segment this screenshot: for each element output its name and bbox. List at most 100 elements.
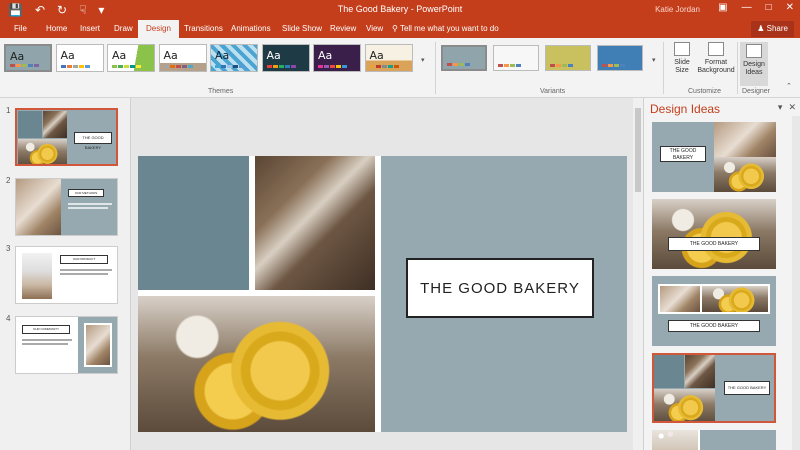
ideas-scrollbar[interactable] xyxy=(792,116,800,450)
thumb-text-line xyxy=(60,273,108,275)
slide-number: 1 xyxy=(6,106,11,115)
minimize-icon[interactable]: — xyxy=(742,2,752,13)
theme-thumbnail-8[interactable]: Aa xyxy=(364,44,413,72)
theme-thumbnail-2[interactable]: Aa xyxy=(55,44,104,72)
theme-thumbnail-1[interactable]: Aa xyxy=(4,44,52,72)
color-swatch xyxy=(562,64,567,67)
thumb-photo xyxy=(22,253,52,299)
color-swatch xyxy=(112,65,117,68)
tab-file[interactable]: File xyxy=(6,20,35,38)
tab-home[interactable]: Home xyxy=(38,20,75,38)
slide-number: 3 xyxy=(6,244,11,253)
design-ideas-button[interactable]: Design Ideas xyxy=(740,42,768,86)
theme-sample-text: Aa xyxy=(112,49,127,62)
tell-me-text: Tell me what you want to do xyxy=(399,24,499,33)
variant-thumbnail-3[interactable] xyxy=(545,45,591,71)
slide-scrollbar[interactable] xyxy=(633,98,643,450)
tab-insert[interactable]: Insert xyxy=(72,20,108,38)
color-swatch xyxy=(78,65,84,68)
ribbon-options-icon[interactable]: ▣ xyxy=(718,2,727,13)
color-swatch xyxy=(169,65,175,68)
theme-thumbnail-7[interactable]: Aa xyxy=(313,44,361,72)
format-background-button[interactable]: Format Background xyxy=(697,42,735,75)
idea-block xyxy=(654,355,684,388)
color-swatch xyxy=(16,64,21,67)
macaron-photo[interactable] xyxy=(138,296,375,432)
theme-sample-text: Aa xyxy=(163,49,178,62)
design-idea-1[interactable]: THE GOOD BAKERY xyxy=(652,122,776,192)
color-swatch xyxy=(504,64,509,67)
theme-color-swatches xyxy=(112,65,141,68)
slide-thumbnail-1[interactable]: THE GOOD BAKERY xyxy=(15,108,118,166)
group-label-themes: Themes xyxy=(208,88,234,95)
slide-title[interactable]: THE GOOD BAKERY xyxy=(406,258,594,318)
color-swatch xyxy=(498,64,503,67)
variant-thumbnail-2[interactable] xyxy=(493,45,539,71)
pane-options-icon[interactable]: ▾ xyxy=(778,102,783,113)
maximize-icon[interactable]: □ xyxy=(766,2,772,13)
close-icon[interactable]: ✕ xyxy=(786,2,794,13)
close-pane-icon[interactable]: ✕ xyxy=(788,102,796,113)
theme-thumbnail-5[interactable]: Aa xyxy=(210,44,258,72)
color-swatch xyxy=(375,65,381,68)
theme-thumbnail-3[interactable]: Aa xyxy=(107,44,155,72)
color-swatch xyxy=(227,65,232,68)
design-idea-2[interactable]: THE GOOD BAKERY xyxy=(652,199,776,269)
slide-color-block[interactable] xyxy=(138,156,249,290)
color-swatch xyxy=(324,65,329,68)
bread-photo[interactable] xyxy=(255,156,375,290)
tab-draw[interactable]: Draw xyxy=(106,20,141,38)
slide-thumbnail-3[interactable]: OUR PRODUCT xyxy=(15,246,118,304)
pane-controls: ▾ ✕ xyxy=(778,102,796,113)
design-idea-4[interactable]: THE GOOD BAKERY xyxy=(652,353,776,423)
color-swatch xyxy=(124,65,129,68)
color-swatch xyxy=(118,65,123,68)
design-ideas-label: Design Ideas xyxy=(743,61,765,76)
design-idea-5[interactable] xyxy=(652,430,776,450)
color-swatch xyxy=(66,65,72,68)
collapse-ribbon-icon[interactable]: ⌃ xyxy=(786,82,792,90)
ribbon: Aa Aa Aa Aa Aa Aa Aa Aa ▾ Themes ▾ Variants Sli… xyxy=(0,38,800,98)
idea-photo xyxy=(714,122,776,157)
slide-size-button[interactable]: Slide Size xyxy=(668,42,696,75)
thumb-title: OUR PRODUCT xyxy=(60,255,108,264)
color-swatch xyxy=(465,63,470,66)
group-label-variants: Variants xyxy=(540,88,566,95)
color-swatch xyxy=(614,64,619,67)
thumb-title: OUR METHODS xyxy=(68,189,104,197)
variant-thumbnail-1[interactable] xyxy=(441,45,487,71)
variant-color-swatches xyxy=(550,64,573,67)
theme-color-swatches xyxy=(60,65,90,68)
theme-sample-text: Aa xyxy=(215,49,230,62)
current-slide[interactable]: THE GOOD BAKERY xyxy=(138,156,627,432)
theme-color-swatches xyxy=(318,65,347,68)
color-swatch xyxy=(602,64,607,67)
theme-thumbnail-4[interactable]: Aa xyxy=(158,44,207,72)
design-idea-3[interactable]: THE GOOD BAKERY xyxy=(652,276,776,346)
lightbulb-icon: ⚲ xyxy=(392,24,398,33)
color-swatch xyxy=(10,64,15,67)
slide-number: 2 xyxy=(6,176,11,185)
slide-size-label: Slide Size xyxy=(674,59,690,74)
slide-thumbnail-4[interactable]: OUR COMMUNITY xyxy=(15,316,118,374)
window-controls: ▣ — □ ✕ xyxy=(718,2,794,13)
tab-design[interactable]: Design xyxy=(138,20,179,38)
tell-me-box[interactable]: ⚲ Tell me what you want to do xyxy=(392,20,499,38)
tab-view[interactable]: View xyxy=(358,20,391,38)
user-name[interactable]: Katie Jordan xyxy=(655,5,700,14)
color-swatch xyxy=(369,65,375,68)
idea-photo xyxy=(652,199,776,269)
thumb-photo xyxy=(43,111,67,138)
color-swatch xyxy=(387,65,393,68)
theme-sample-text: Aa xyxy=(10,50,25,63)
thumb-text-line xyxy=(22,339,72,341)
themes-more-icon[interactable]: ▾ xyxy=(421,56,425,64)
tab-animations[interactable]: Animations xyxy=(223,20,279,38)
slide-thumbnail-2[interactable]: OUR METHODS xyxy=(15,178,118,236)
share-button[interactable]: ♟ Share xyxy=(751,21,794,37)
variant-thumbnail-4[interactable] xyxy=(597,45,643,71)
variants-more-icon[interactable]: ▾ xyxy=(652,56,656,64)
theme-thumbnail-6[interactable]: Aa xyxy=(261,44,310,72)
scrollbar-thumb[interactable] xyxy=(635,108,641,192)
color-swatch xyxy=(381,65,387,68)
